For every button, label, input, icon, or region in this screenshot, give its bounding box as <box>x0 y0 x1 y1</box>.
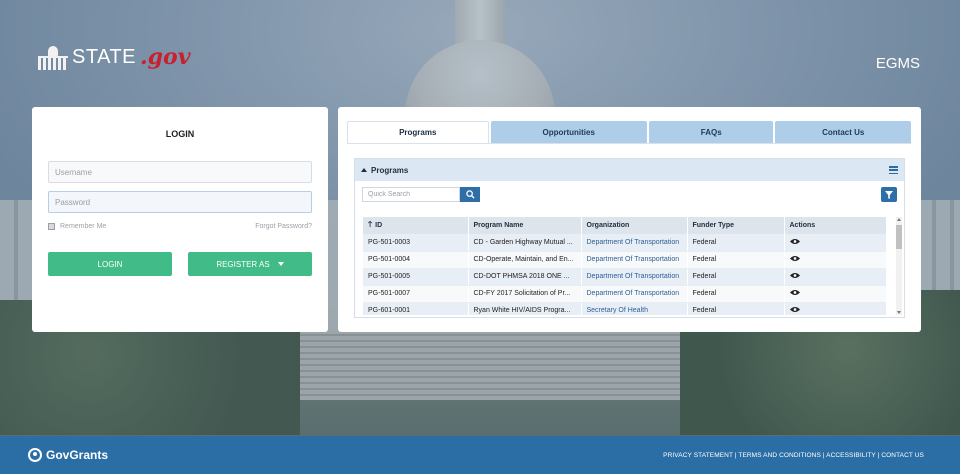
view-eye-icon[interactable] <box>789 255 800 262</box>
scroll-down-icon[interactable] <box>897 311 901 314</box>
view-eye-icon[interactable] <box>789 306 800 313</box>
column-header-funder-type[interactable]: Funder Type <box>687 217 785 234</box>
tab-programs[interactable]: Programs <box>347 121 489 143</box>
footer-links[interactable]: PRIVACY STATEMENT | TERMS AND CONDITIONS… <box>663 452 924 459</box>
cell-funder-type: Federal <box>687 251 785 269</box>
login-button[interactable]: LOGIN <box>48 252 172 276</box>
cell-actions <box>784 302 886 315</box>
cell-actions <box>784 268 886 286</box>
capitol-icon <box>38 46 68 70</box>
cell-id: PG-501-0003 <box>363 234 469 252</box>
table-row[interactable]: PG-501-0004 CD-Operate, Maintain, and En… <box>363 251 886 269</box>
cell-funder-type: Federal <box>687 302 785 315</box>
cell-funder-type: Federal <box>687 234 785 252</box>
table-row[interactable]: PG-501-0007 CD-FY 2017 Solicitation of P… <box>363 285 886 303</box>
username-input[interactable] <box>48 161 312 183</box>
table-row[interactable]: PG-601-0001 Ryan White HIV/AIDS Progra..… <box>363 302 886 315</box>
govgrants-mark-icon <box>28 448 42 462</box>
view-eye-icon[interactable] <box>789 289 800 296</box>
footer: GovGrants PRIVACY STATEMENT | TERMS AND … <box>0 436 960 474</box>
cell-program-name: CD-Operate, Maintain, and En... <box>468 251 582 269</box>
grid-title-text: Programs <box>371 165 409 175</box>
column-header-program-name[interactable]: Program Name <box>468 217 582 234</box>
password-input[interactable] <box>48 191 312 213</box>
cell-actions <box>784 234 886 252</box>
grid-title[interactable]: Programs <box>361 166 408 175</box>
cell-program-name: CD-DOT PHMSA 2018 ONE ... <box>468 268 582 286</box>
table-scrollbar[interactable] <box>896 217 902 315</box>
programs-table-wrap: 🡑 ID Program Name Organization Funder Typ… <box>363 217 886 315</box>
cell-actions <box>784 251 886 269</box>
login-button-label: LOGIN <box>97 259 123 269</box>
login-title: LOGIN <box>165 129 195 139</box>
login-card: LOGIN Remember Me Forgot Password? LOGIN… <box>32 107 328 332</box>
column-header-organization[interactable]: Organization <box>581 217 688 234</box>
cell-actions <box>784 285 886 303</box>
cell-organization: Department Of Transportation <box>581 268 688 286</box>
cell-organization: Department Of Transportation <box>581 251 688 269</box>
search-button[interactable] <box>460 187 480 202</box>
programs-panel: Programs Opportunities FAQs Contact Us P… <box>338 107 921 332</box>
cell-id: PG-501-0004 <box>363 251 469 269</box>
state-gov-logo[interactable]: STATE .gov <box>38 44 190 70</box>
search-icon <box>465 190 475 199</box>
register-button-label: REGISTER AS <box>216 259 270 269</box>
remember-row: Remember Me Forgot Password? <box>48 223 312 230</box>
quick-search-input[interactable] <box>362 187 460 202</box>
filter-icon <box>885 190 893 199</box>
sort-up-arrow-icon: 🡑 <box>368 219 373 229</box>
cell-id: PG-601-0001 <box>363 302 469 315</box>
tab-faqs[interactable]: FAQs <box>648 121 774 143</box>
cell-organization: Department Of Transportation <box>581 285 688 303</box>
cell-funder-type: Federal <box>687 285 785 303</box>
govgrants-logo[interactable]: GovGrants <box>28 448 108 462</box>
cell-program-name: Ryan White HIV/AIDS Progra... <box>468 302 582 315</box>
table-row[interactable]: PG-501-0005 CD-DOT PHMSA 2018 ONE ... De… <box>363 268 886 286</box>
cell-id: PG-501-0005 <box>363 268 469 286</box>
cell-program-name: CD-FY 2017 Solicitation of Pr... <box>468 285 582 303</box>
programs-table: 🡑 ID Program Name Organization Funder Typ… <box>363 217 886 315</box>
govgrants-name: GovGrants <box>46 448 109 462</box>
remember-me-checkbox[interactable]: Remember Me <box>48 223 106 230</box>
menu-icon[interactable] <box>889 166 898 174</box>
cell-program-name: CD - Garden Highway Mutual ... <box>468 234 582 252</box>
search-row <box>355 181 904 202</box>
logo-gov-text: .gov <box>139 44 191 70</box>
cell-id: PG-501-0007 <box>363 285 469 303</box>
app-name: EGMS <box>875 55 920 72</box>
tab-bar: Programs Opportunities FAQs Contact Us <box>347 121 911 143</box>
remember-me-label: Remember Me <box>60 223 107 230</box>
scroll-thumb[interactable] <box>896 225 902 249</box>
grid-header[interactable]: Programs <box>355 159 904 181</box>
register-as-button[interactable]: REGISTER AS <box>188 252 312 276</box>
cell-funder-type: Federal <box>687 268 785 286</box>
collapse-triangle-icon <box>361 168 367 172</box>
column-header-id[interactable]: 🡑 ID <box>363 217 469 234</box>
programs-grid: Programs Quick Search 🡑 ID Program Name … <box>354 158 905 318</box>
column-header-actions: Actions <box>784 217 886 234</box>
table-header-row: 🡑 ID Program Name Organization Funder Typ… <box>363 217 886 234</box>
checkbox-icon[interactable] <box>48 223 55 230</box>
tab-contact-us[interactable]: Contact Us <box>775 121 911 143</box>
view-eye-icon[interactable] <box>789 272 800 279</box>
cell-organization: Department Of Transportation <box>581 234 688 252</box>
filter-button[interactable] <box>881 187 897 202</box>
view-eye-icon[interactable] <box>789 238 800 245</box>
tab-body: Programs Quick Search 🡑 ID Program Name … <box>347 143 911 318</box>
logo-state-text: STATE <box>72 45 136 68</box>
cell-organization: Secretary Of Health <box>581 302 688 315</box>
caret-down-icon <box>277 262 284 266</box>
table-row[interactable]: PG-501-0003 CD - Garden Highway Mutual .… <box>363 234 886 252</box>
forgot-password-link[interactable]: Forgot Password? <box>255 223 312 230</box>
tab-opportunities[interactable]: Opportunities <box>490 121 647 143</box>
scroll-up-icon[interactable] <box>897 218 901 221</box>
login-buttons: LOGIN REGISTER AS <box>48 252 312 276</box>
quick-search <box>362 187 480 202</box>
